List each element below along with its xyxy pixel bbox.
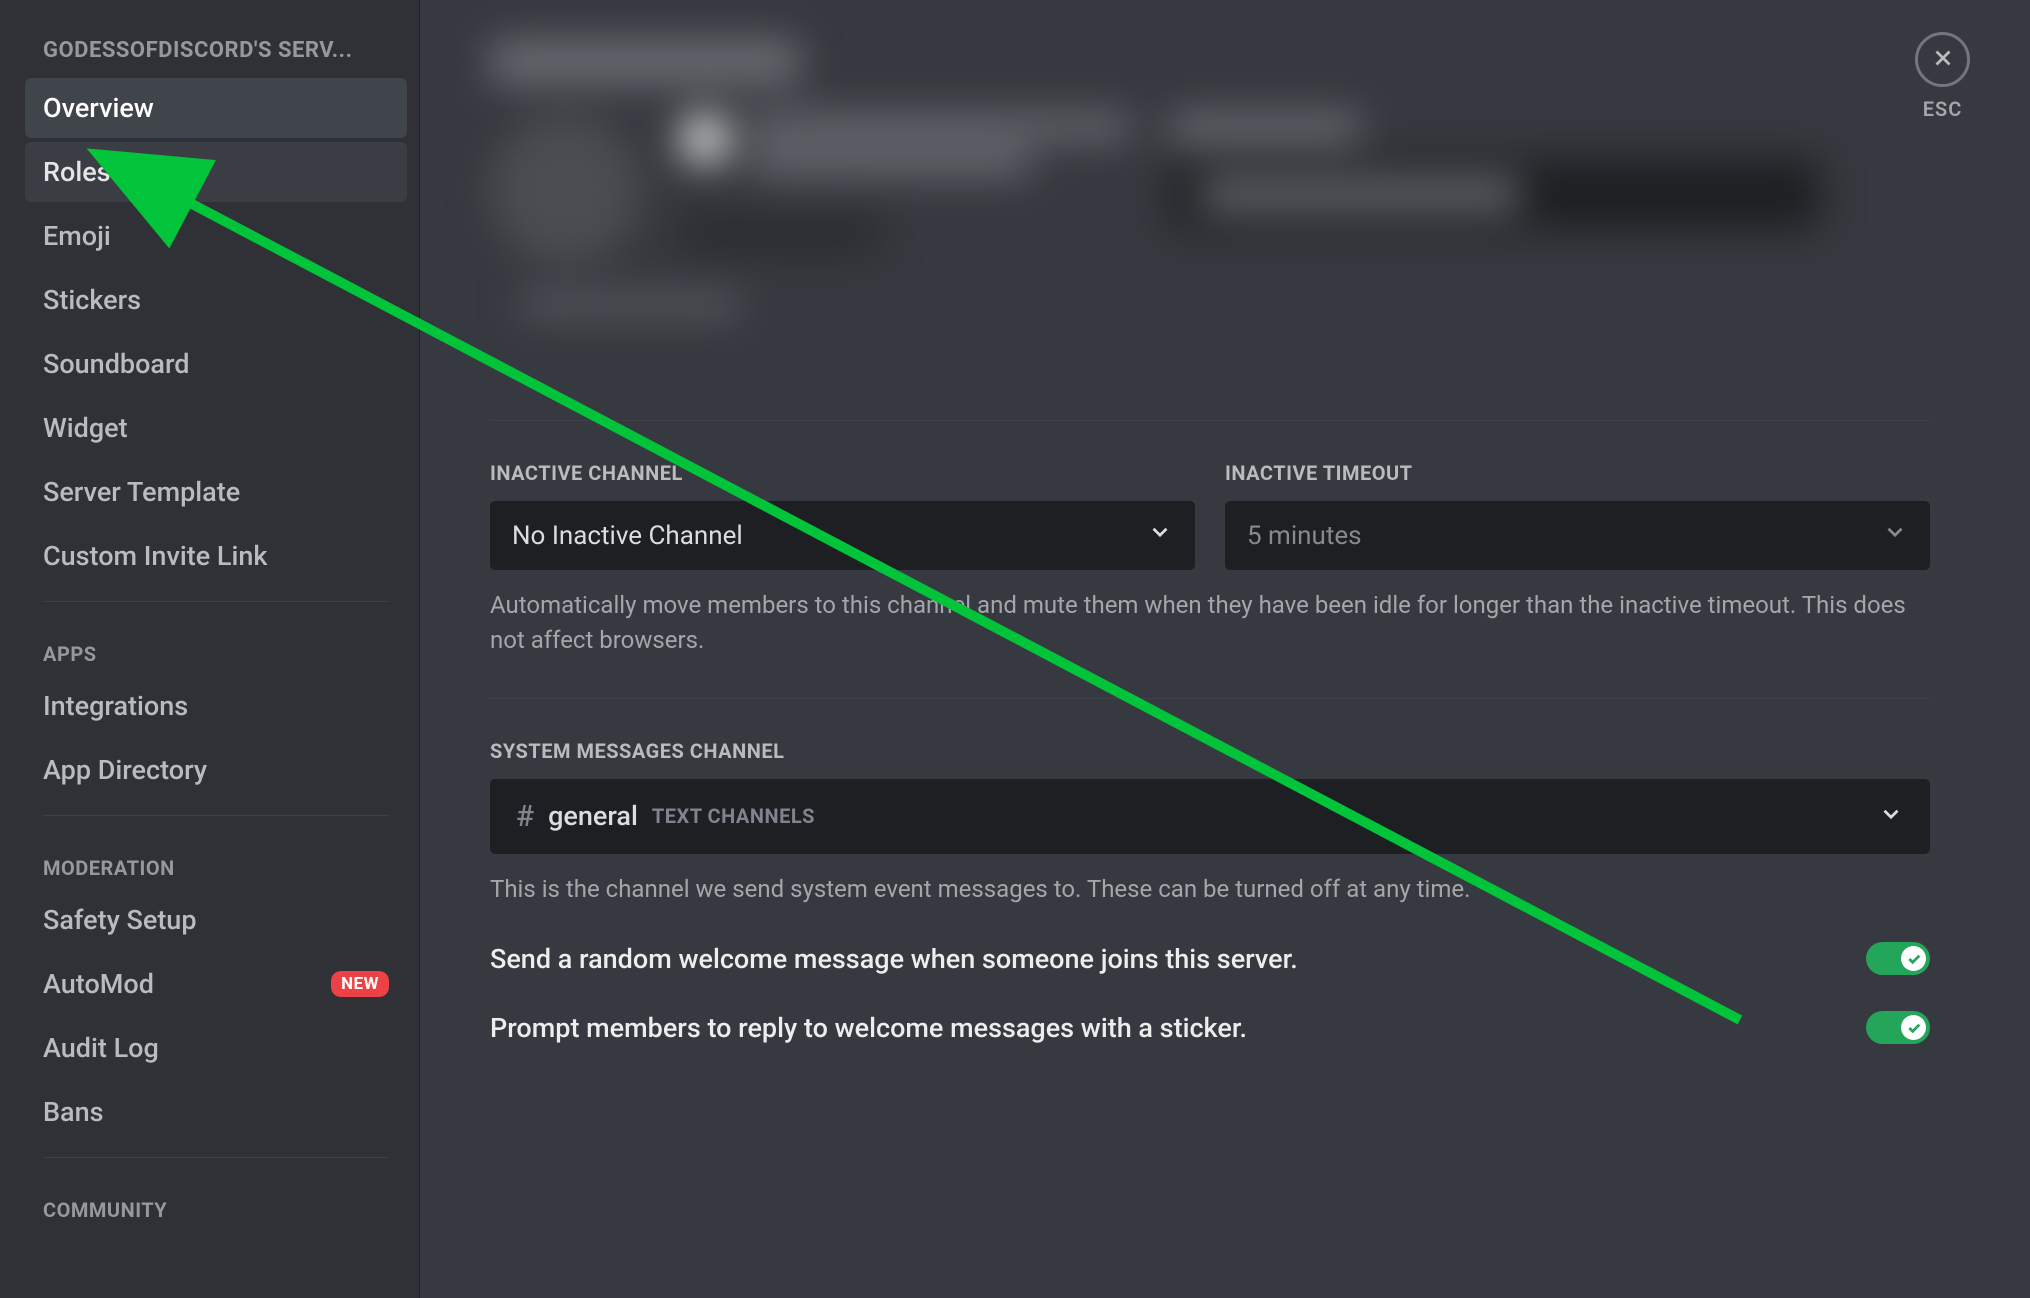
sidebar-item-bans[interactable]: Bans — [25, 1082, 407, 1142]
inactive-timeout-select[interactable]: 5 minutes — [1225, 501, 1930, 570]
toggle-label: Send a random welcome message when someo… — [490, 943, 1298, 975]
server-name-header: GODESSOFDISCORD'S SERV... — [25, 30, 407, 78]
sidebar-item-server-template[interactable]: Server Template — [25, 462, 407, 522]
main-content: ESC — [420, 0, 2030, 1298]
sidebar-section-moderation: MODERATION — [25, 831, 407, 890]
settings-sidebar: GODESSOFDISCORD'S SERV... Overview Roles… — [0, 0, 420, 1298]
sidebar-item-app-directory[interactable]: App Directory — [25, 740, 407, 800]
sidebar-item-label: Widget — [43, 412, 128, 444]
sidebar-item-widget[interactable]: Widget — [25, 398, 407, 458]
sidebar-divider — [43, 601, 389, 602]
toggle-knob — [1901, 1015, 1926, 1040]
sidebar-item-audit-log[interactable]: Audit Log — [25, 1018, 407, 1078]
inactive-channel-label: INACTIVE CHANNEL — [490, 461, 1195, 485]
sidebar-item-label: Stickers — [43, 284, 141, 316]
sidebar-item-stickers[interactable]: Stickers — [25, 270, 407, 330]
sidebar-item-label: Custom Invite Link — [43, 540, 267, 572]
section-divider — [490, 420, 1930, 421]
close-icon — [1930, 45, 1956, 75]
sidebar-item-label: AutoMod — [43, 968, 154, 1000]
sidebar-item-custom-invite-link[interactable]: Custom Invite Link — [25, 526, 407, 586]
chevron-down-icon — [1878, 801, 1904, 831]
toggle-switch-sticker[interactable] — [1866, 1011, 1930, 1044]
sidebar-item-soundboard[interactable]: Soundboard — [25, 334, 407, 394]
sidebar-item-overview[interactable]: Overview — [25, 78, 407, 138]
chevron-down-icon — [1147, 519, 1173, 552]
inactive-help-text: Automatically move members to this chann… — [490, 588, 1930, 658]
toggle-switch-welcome[interactable] — [1866, 942, 1930, 975]
sidebar-section-apps: APPS — [25, 617, 407, 676]
sidebar-item-label: Bans — [43, 1096, 104, 1128]
sidebar-item-label: Safety Setup — [43, 904, 197, 936]
inactive-timeout-label: INACTIVE TIMEOUT — [1225, 461, 1930, 485]
sidebar-item-label: Emoji — [43, 220, 111, 252]
channel-category: TEXT CHANNELS — [652, 804, 815, 828]
hash-icon: # — [516, 799, 534, 834]
sidebar-divider — [43, 1157, 389, 1158]
section-divider — [490, 698, 1930, 699]
system-messages-help: This is the channel we send system event… — [490, 872, 1930, 907]
sidebar-item-automod[interactable]: AutoMod NEW — [25, 954, 407, 1014]
sidebar-item-label: Audit Log — [43, 1032, 159, 1064]
sidebar-item-label: Roles — [43, 156, 111, 188]
system-messages-channel-select[interactable]: # general TEXT CHANNELS — [490, 779, 1930, 854]
inactive-settings-row: INACTIVE CHANNEL No Inactive Channel INA… — [490, 461, 1930, 570]
blurred-server-overview — [490, 0, 1930, 380]
system-messages-label: SYSTEM MESSAGES CHANNEL — [490, 739, 1930, 763]
toggle-label: Prompt members to reply to welcome messa… — [490, 1012, 1247, 1044]
channel-name: general — [548, 800, 638, 832]
new-badge: NEW — [331, 971, 389, 997]
toggle-knob — [1901, 946, 1926, 971]
select-value: 5 minutes — [1247, 521, 1362, 551]
sidebar-item-emoji[interactable]: Emoji — [25, 206, 407, 266]
toggle-sticker-prompt: Prompt members to reply to welcome messa… — [490, 1011, 1930, 1044]
sidebar-item-label: Server Template — [43, 476, 240, 508]
inactive-channel-select[interactable]: No Inactive Channel — [490, 501, 1195, 570]
chevron-down-icon — [1882, 519, 1908, 552]
toggle-welcome-message: Send a random welcome message when someo… — [490, 942, 1930, 975]
sidebar-item-label: Integrations — [43, 690, 188, 722]
system-messages-section: SYSTEM MESSAGES CHANNEL # general TEXT C… — [490, 739, 1930, 1045]
sidebar-section-community: COMMUNITY — [25, 1173, 407, 1232]
select-value: No Inactive Channel — [512, 521, 743, 551]
sidebar-item-roles[interactable]: Roles — [25, 142, 407, 202]
sidebar-divider — [43, 815, 389, 816]
sidebar-item-label: App Directory — [43, 754, 207, 786]
sidebar-item-label: Soundboard — [43, 348, 189, 380]
sidebar-item-label: Overview — [43, 92, 154, 124]
sidebar-item-integrations[interactable]: Integrations — [25, 676, 407, 736]
sidebar-item-safety-setup[interactable]: Safety Setup — [25, 890, 407, 950]
